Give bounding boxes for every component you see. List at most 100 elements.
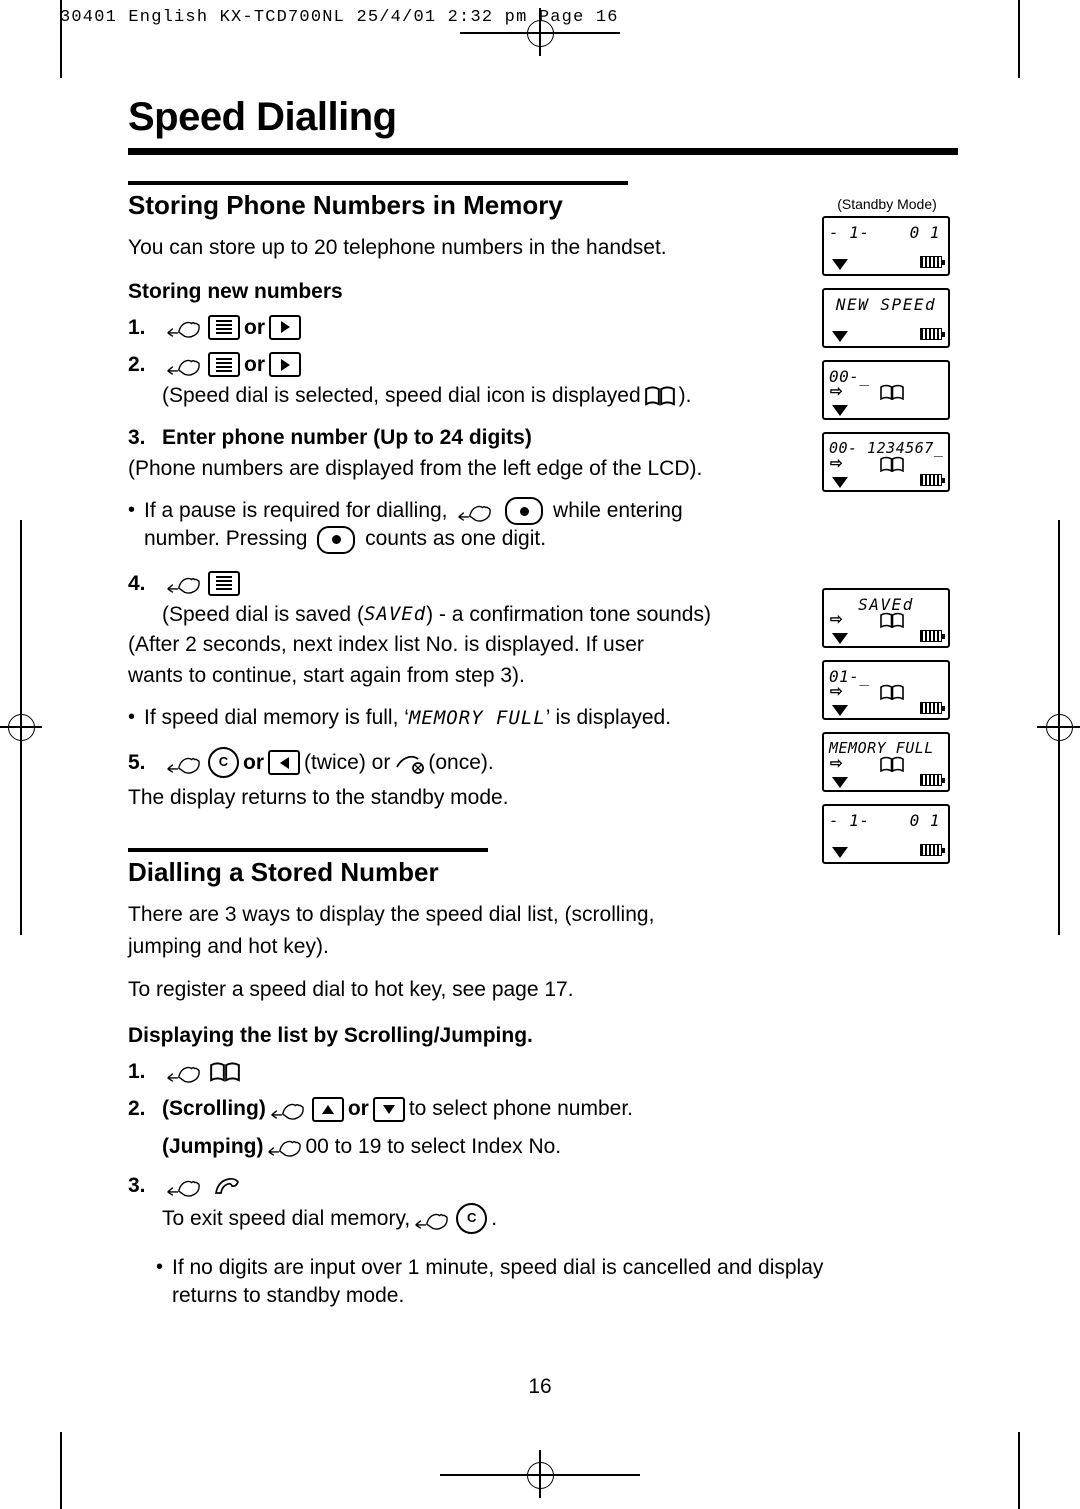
right-arrow-key-icon bbox=[269, 352, 301, 378]
registration-mark-bottom bbox=[527, 1462, 554, 1489]
menu-lines bbox=[216, 357, 232, 372]
up-arrow-key-icon bbox=[311, 1096, 344, 1122]
storing-intro: You can store up to 20 telephone numbers… bbox=[128, 236, 667, 259]
step-2-note: (Speed dial is selected, speed dial icon… bbox=[162, 382, 958, 409]
dial-step-1: 1. bbox=[128, 1058, 958, 1085]
step-number: 4. bbox=[128, 571, 146, 595]
section-rule-top bbox=[128, 848, 488, 852]
timeout-note-body: If no digits are input over 1 minute, sp… bbox=[172, 1254, 958, 1309]
step-number: 3. bbox=[128, 1174, 146, 1198]
scrolling-tail: to select phone number. bbox=[408, 1097, 633, 1121]
chevron-down-icon bbox=[382, 1104, 395, 1114]
talk-key-icon bbox=[214, 1177, 239, 1194]
step-2-or: or bbox=[244, 353, 265, 377]
press-hand-icon bbox=[415, 1213, 449, 1230]
scrolling-or: or bbox=[347, 1097, 369, 1121]
section-heading: Dialling a Stored Number bbox=[128, 857, 439, 887]
dial-step-2: 2. (Scrolling) or to select phone number… bbox=[128, 1095, 958, 1122]
jumping-text: 00 to 19 to select Index No. bbox=[305, 1134, 562, 1158]
pause-note: • If a pause is required for dialling, w… bbox=[128, 497, 958, 554]
scrolling-label: (Scrolling) bbox=[162, 1097, 266, 1121]
speed-dial-book-icon bbox=[644, 386, 675, 406]
section-heading: Storing Phone Numbers in Memory bbox=[128, 190, 563, 220]
clear-key-icon: C bbox=[208, 747, 239, 779]
step-4-note-a: (Speed dial is saved ( bbox=[162, 602, 364, 626]
step-5-once: (once). bbox=[428, 751, 494, 775]
step-4-note-line-3: wants to continue, start again from step… bbox=[128, 663, 525, 687]
step-4-note-b: ) - a confirmation tone sounds) bbox=[426, 602, 711, 626]
clear-key-icon: C bbox=[456, 1203, 488, 1235]
memory-full-note: • If speed dial memory is full, ‘MEMORY … bbox=[128, 704, 958, 732]
bullet: • bbox=[156, 1256, 164, 1279]
step-2-note-text: (Speed dial is selected, speed dial icon… bbox=[162, 384, 641, 408]
menu-lines bbox=[216, 320, 232, 335]
press-hand-icon bbox=[167, 1066, 200, 1083]
section-rule-top bbox=[128, 181, 628, 185]
pause-note-text-d: counts as one digit. bbox=[365, 527, 547, 551]
memory-full-text-a: If speed dial memory is full, ‘ bbox=[144, 705, 409, 729]
menu-key-icon bbox=[208, 352, 240, 378]
step-2: 2. or bbox=[128, 351, 958, 378]
bullet: • bbox=[128, 498, 136, 521]
press-hand-icon bbox=[268, 1141, 302, 1158]
dialling-para-3: To register a speed dial to hot key, see… bbox=[128, 978, 574, 1002]
press-hand-icon bbox=[167, 322, 200, 339]
press-hand-icon bbox=[167, 757, 200, 774]
pause-note-text-a: If a pause is required for dialling, bbox=[144, 498, 448, 522]
press-hand-icon bbox=[167, 359, 200, 376]
step-number: 1. bbox=[128, 315, 146, 339]
exit-note-text: To exit speed dial memory, bbox=[162, 1207, 411, 1231]
crop-divider-left-upper bbox=[20, 520, 22, 710]
step-number: 2. bbox=[128, 353, 146, 377]
timeout-note-a: If no digits are input over 1 minute, sp… bbox=[172, 1256, 824, 1280]
step-number: 5. bbox=[128, 751, 146, 775]
chevron-left-icon bbox=[279, 756, 289, 769]
step-4-note-line-2: (After 2 seconds, next index list No. is… bbox=[128, 633, 644, 657]
step-2-note-end: ). bbox=[678, 384, 692, 408]
exit-note: To exit speed dial memory, C . bbox=[162, 1203, 958, 1235]
pause-key-icon bbox=[317, 525, 356, 554]
press-hand-icon bbox=[458, 505, 492, 522]
memory-full-body: If speed dial memory is full, ‘MEMORY FU… bbox=[144, 704, 958, 732]
pause-note-body: If a pause is required for dialling, whi… bbox=[144, 497, 958, 554]
pause-note-text-b: while entering bbox=[553, 498, 683, 522]
memory-full-word: MEMORY FULL bbox=[408, 706, 546, 729]
step-3: 3. Enter phone number (Up to 24 digits) bbox=[128, 424, 958, 451]
press-hand-icon bbox=[167, 1180, 200, 1197]
dial-step-3: 3. bbox=[128, 1172, 958, 1199]
exit-note-end: . bbox=[491, 1207, 498, 1231]
crop-mark-bottom-left-v bbox=[60, 1432, 62, 1509]
chevron-right-icon bbox=[280, 321, 290, 334]
dot-icon bbox=[331, 535, 341, 545]
step-3-text: Enter phone number (Up to 24 digits) bbox=[162, 425, 532, 449]
menu-key-icon bbox=[208, 570, 240, 596]
dialling-para-2: jumping and hot key). bbox=[128, 934, 329, 958]
step-4: 4. bbox=[128, 570, 958, 597]
chevron-right-icon bbox=[280, 358, 290, 371]
dial-step-jumping: (Jumping) 00 to 19 to select Index No. bbox=[162, 1133, 958, 1160]
left-arrow-key-icon bbox=[268, 750, 300, 776]
step-5-twice: (twice) or bbox=[304, 751, 391, 775]
press-hand-icon bbox=[271, 1103, 304, 1120]
step-5-note: The display returns to the standby mode. bbox=[128, 786, 509, 810]
pause-note-text-c: number. Pressing bbox=[144, 527, 308, 551]
saved-word: SAVEd bbox=[363, 603, 427, 626]
down-arrow-key-icon bbox=[372, 1096, 405, 1122]
timeout-note-b: returns to standby mode. bbox=[172, 1284, 405, 1308]
page-title: Speed Dialling bbox=[128, 95, 397, 139]
right-arrow-key-icon bbox=[269, 314, 301, 340]
registration-mark-left bbox=[8, 714, 35, 741]
crop-mark-bottom-right-v bbox=[1018, 1432, 1020, 1509]
section-dialling-header: Dialling a Stored Number bbox=[128, 848, 488, 888]
step-1-or: or bbox=[244, 315, 265, 339]
dot-icon bbox=[519, 506, 529, 516]
menu-key-icon bbox=[208, 314, 240, 340]
speed-dial-book-icon bbox=[210, 1062, 240, 1082]
print-header-strip: 30401 English KX-TCD700NL 25/4/01 2:32 p… bbox=[60, 8, 619, 27]
jumping-label: (Jumping) bbox=[162, 1134, 264, 1158]
step-5: 5. C or (twice) or (once). bbox=[128, 747, 958, 779]
step-number: 3. bbox=[128, 425, 146, 449]
subheading-storing-new-numbers: Storing new numbers bbox=[128, 279, 343, 303]
menu-lines bbox=[216, 576, 232, 591]
hangup-key-icon bbox=[396, 755, 425, 774]
